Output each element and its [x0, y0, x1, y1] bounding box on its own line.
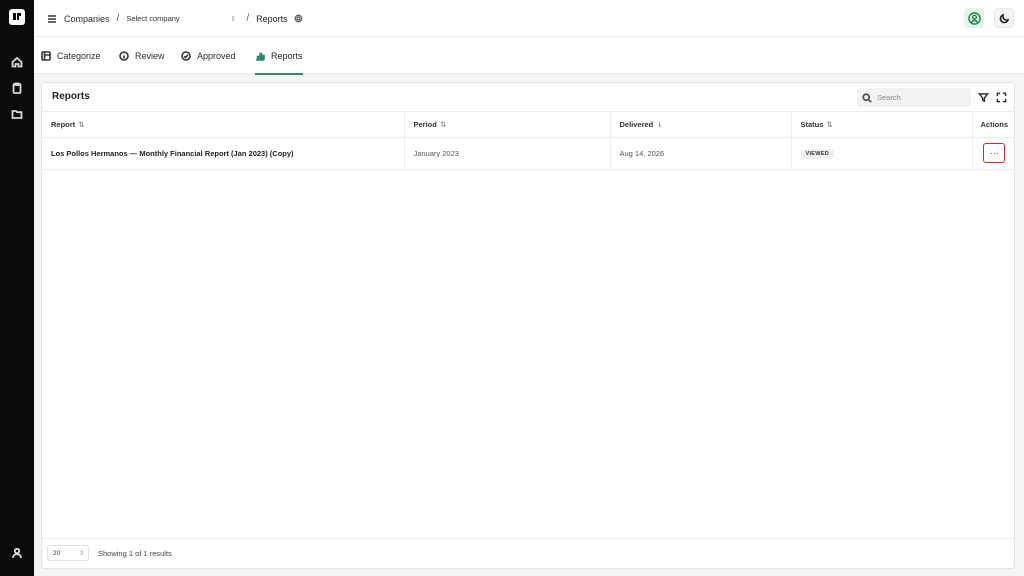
company-select[interactable]: Select company ⇕ [126, 14, 236, 23]
clipboard-icon[interactable] [9, 80, 25, 96]
sort-desc-icon: ⇂ [656, 119, 663, 129]
search-box[interactable] [857, 88, 971, 107]
column-header-delivered[interactable]: Delivered ⇂ [610, 112, 792, 138]
breadcrumb-companies[interactable]: Companies [64, 14, 110, 24]
breadcrumb: Companies / Select company ⇕ / Reports [46, 0, 303, 37]
tab-label: Review [135, 50, 165, 61]
categorize-icon [41, 50, 51, 61]
column-header-actions: Actions [972, 112, 1016, 138]
page-size-select[interactable]: 20 ⇕ [47, 545, 89, 561]
tab-review[interactable]: Review [119, 37, 165, 74]
column-header-report[interactable]: Report ⇅ [42, 112, 405, 138]
more-actions-button[interactable]: ··· [983, 143, 1006, 163]
theme-toggle-button[interactable] [994, 8, 1014, 28]
cell-period: January 2023 [404, 137, 611, 170]
card-title: Reports [52, 91, 90, 102]
company-select-value: Select company [126, 14, 180, 23]
moon-icon [999, 13, 1009, 23]
cell-status: VIEWED [791, 137, 973, 170]
results-count: Showing 1 of 1 results [98, 549, 172, 558]
menu-icon[interactable] [46, 13, 58, 25]
fullscreen-icon[interactable] [995, 91, 1007, 103]
table-row[interactable]: Los Pollos Hermanos — Monthly Financial … [42, 137, 1016, 170]
home-icon[interactable] [9, 54, 25, 70]
sort-icon: ⇅ [826, 119, 833, 129]
chevron-updown-icon: ⇕ [230, 15, 237, 23]
table-header-row: Report ⇅ Period ⇅ Delivered ⇂ Status ⇅ Actio… [42, 112, 1016, 138]
user-circle-icon [967, 11, 981, 25]
gear-icon[interactable] [294, 14, 303, 23]
cell-actions: ··· [972, 137, 1016, 170]
tab-label: Approved [197, 50, 236, 61]
tab-approved[interactable]: Approved [181, 37, 236, 74]
chevron-updown-icon: ⇕ [78, 550, 84, 557]
column-header-status[interactable]: Status ⇅ [791, 112, 973, 138]
page-size-value: 20 [53, 549, 61, 557]
filter-icon[interactable] [977, 91, 989, 103]
search-input[interactable] [877, 93, 963, 102]
tab-label: Reports [271, 50, 303, 61]
card-footer: 20 ⇕ Showing 1 of 1 results [42, 538, 1014, 568]
info-icon [119, 50, 129, 61]
sort-icon: ⇅ [78, 119, 85, 129]
tab-label: Categorize [57, 50, 101, 61]
tab-reports[interactable]: Reports [255, 37, 303, 75]
search-icon [862, 92, 872, 103]
breadcrumb-separator: / [116, 13, 120, 24]
reports-card: Reports Report⇅ Period⇅ Delivered⇂ Statu… [41, 82, 1016, 569]
tab-categorize[interactable]: Categorize [41, 37, 101, 74]
sort-icon: ⇅ [439, 119, 447, 129]
app-logo-icon[interactable] [9, 9, 25, 25]
cell-delivered: Aug 14, 2026 [610, 137, 792, 170]
top-bar: Companies / Select company ⇕ / Reports [34, 0, 1024, 37]
check-circle-icon [181, 50, 191, 61]
account-button[interactable] [964, 8, 984, 28]
column-header-period[interactable]: Period ⇅ [404, 112, 611, 138]
folder-icon[interactable] [9, 106, 25, 122]
card-header: Reports [42, 83, 1014, 112]
user-icon[interactable] [9, 545, 25, 561]
reports-table: Report ⇅ Period ⇅ Delivered ⇂ Status ⇅ Actio… [42, 112, 1016, 170]
tab-bar: Categorize Review Approved Reports [34, 37, 1024, 75]
breadcrumb-current: Reports [256, 13, 288, 24]
bar-chart-icon [256, 52, 265, 61]
breadcrumb-separator: / [246, 13, 250, 24]
status-badge: VIEWED [800, 148, 834, 159]
left-rail [0, 0, 34, 576]
cell-report[interactable]: Los Pollos Hermanos — Monthly Financial … [42, 137, 405, 170]
